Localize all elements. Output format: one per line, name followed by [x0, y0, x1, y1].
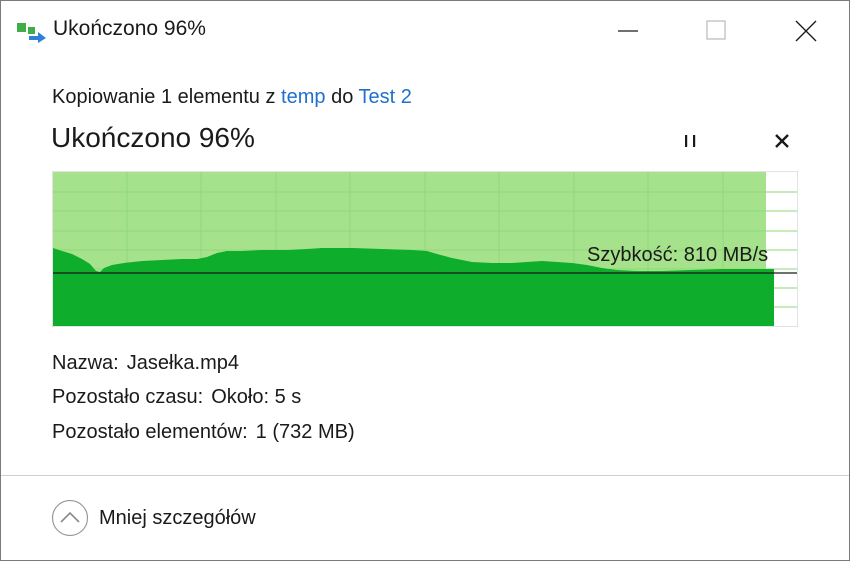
copy-description: Kopiowanie 1 elementu z temp do Test 2 — [52, 86, 412, 109]
detail-items-remaining: Pozostało elementów: 1 (732 MB) — [52, 421, 355, 444]
pause-button[interactable] — [677, 127, 705, 155]
window-title: Ukończono 96% — [53, 17, 206, 40]
minimize-button[interactable] — [605, 9, 651, 53]
footer-divider — [1, 475, 849, 476]
to-word: do — [331, 86, 354, 108]
detail-name: Nazwa: Jasełka.mp4 — [52, 352, 239, 375]
items-label: Pozostało elementów: — [52, 421, 248, 443]
close-icon — [795, 20, 817, 42]
detail-time-remaining: Pozostało czasu: Około: 5 s — [52, 386, 301, 409]
title-bar: Ukończono 96% — [1, 1, 849, 61]
less-details-label: Mniej szczegółów — [99, 507, 256, 529]
items-value: 1 (732 MB) — [255, 421, 355, 443]
name-value: Jasełka.mp4 — [126, 352, 239, 374]
source-link[interactable]: temp — [281, 86, 325, 108]
maximize-button[interactable] — [691, 9, 737, 53]
cancel-button[interactable] — [768, 127, 796, 155]
close-button[interactable] — [781, 9, 827, 53]
destination-link[interactable]: Test 2 — [359, 86, 412, 108]
chevron-up-circle-icon — [51, 499, 89, 537]
time-label: Pozostało czasu: — [52, 386, 204, 408]
time-value: Około: 5 s — [211, 386, 302, 408]
name-label: Nazwa: — [52, 352, 119, 374]
copy-prefix: Kopiowanie 1 elementu z — [52, 86, 276, 108]
status-heading: Ukończono 96% — [51, 122, 255, 153]
less-details-button[interactable]: Mniej szczegółów — [51, 499, 311, 539]
minimize-icon — [618, 30, 638, 32]
copy-dialog: Ukończono 96% Kopiowanie 1 elementu z te… — [0, 0, 850, 561]
speed-label: Szybkość: 810 MB/s — [587, 244, 769, 266]
pause-icon — [685, 135, 696, 147]
cancel-icon — [775, 134, 789, 148]
copy-arrow-icon — [17, 23, 47, 43]
maximize-icon — [706, 20, 726, 40]
